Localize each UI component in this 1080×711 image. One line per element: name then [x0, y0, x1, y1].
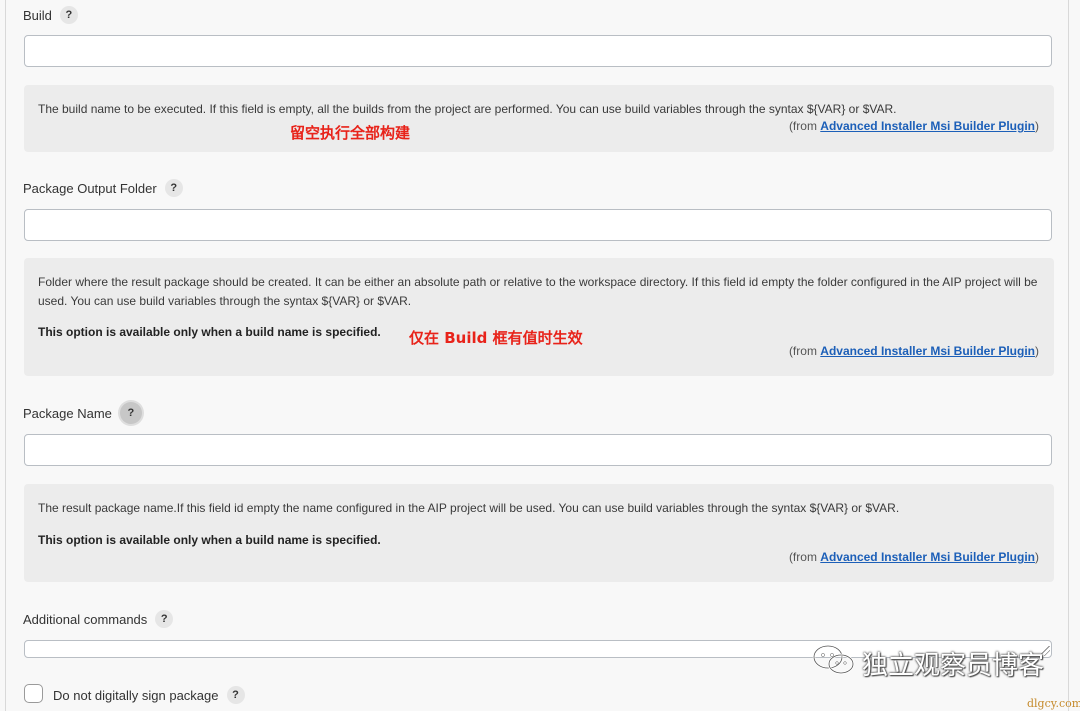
output-folder-label-row: Package Output Folder ? [23, 179, 183, 197]
plugin-link[interactable]: Advanced Installer Msi Builder Plugin [820, 550, 1035, 564]
package-name-label: Package Name [23, 405, 112, 421]
no-sign-label[interactable]: Do not digitally sign package [53, 688, 219, 703]
plugin-link[interactable]: Advanced Installer Msi Builder Plugin [820, 344, 1035, 358]
site-watermark: dlgcy.com [1027, 697, 1080, 710]
wechat-icon [812, 644, 856, 683]
build-help-text: The build name to be executed. If this f… [38, 102, 897, 116]
right-border [1068, 0, 1069, 711]
package-name-plugin-source: (from Advanced Installer Msi Builder Plu… [788, 550, 1039, 564]
no-sign-checkbox[interactable] [24, 684, 43, 703]
no-sign-help-icon[interactable]: ? [226, 686, 245, 704]
build-label: Build [23, 7, 52, 23]
additional-commands-help-icon[interactable]: ? [155, 610, 174, 628]
build-help-box: The build name to be executed. If this f… [24, 85, 1054, 152]
output-folder-label: Package Output Folder [23, 180, 157, 196]
build-input[interactable] [24, 35, 1052, 67]
output-folder-help-icon[interactable]: ? [164, 179, 183, 197]
package-name-help-box: The result package name.If this field id… [24, 484, 1054, 582]
output-folder-help-text: Folder where the result package should b… [38, 275, 1038, 308]
package-name-help-text: The result package name.If this field id… [38, 501, 900, 515]
output-folder-annotation: 仅在 Build 框有值时生效 [409, 329, 583, 347]
package-name-help-icon[interactable]: ? [119, 402, 142, 424]
left-border [5, 0, 6, 711]
build-label-row: Build ? [23, 6, 78, 24]
package-name-label-row: Package Name ? [23, 402, 142, 424]
build-help-icon[interactable]: ? [59, 6, 78, 24]
additional-commands-label: Additional commands [23, 611, 148, 627]
output-folder-plugin-source: (from Advanced Installer Msi Builder Plu… [788, 344, 1039, 358]
additional-commands-label-row: Additional commands ? [23, 610, 174, 628]
no-sign-label-row: Do not digitally sign package ? [53, 686, 245, 704]
package-name-note: This option is available only when a bui… [38, 533, 381, 547]
watermark-text: 独立观察员博客 [862, 651, 1045, 681]
package-name-input[interactable] [24, 434, 1052, 466]
build-annotation: 留空执行全部构建 [290, 124, 411, 142]
build-plugin-source: (from Advanced Installer Msi Builder Plu… [788, 119, 1039, 133]
watermark: 独立观察员博客 [812, 644, 1044, 683]
plugin-link[interactable]: Advanced Installer Msi Builder Plugin [820, 119, 1035, 133]
output-folder-help-box: Folder where the result package should b… [24, 258, 1054, 376]
output-folder-input[interactable] [24, 209, 1052, 241]
